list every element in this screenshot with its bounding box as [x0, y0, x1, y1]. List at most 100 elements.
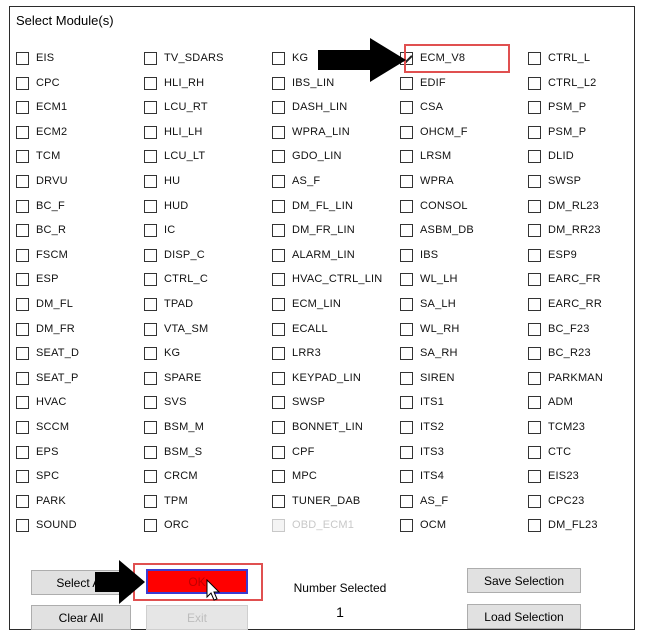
module-checkbox-item[interactable]: CTRL_L — [528, 48, 590, 68]
checkbox[interactable] — [144, 518, 157, 532]
checkbox[interactable] — [272, 420, 285, 434]
checkbox[interactable] — [272, 371, 285, 385]
module-checkbox-item[interactable]: DM_FR — [16, 319, 75, 339]
checkbox[interactable] — [400, 445, 413, 459]
module-checkbox-item[interactable]: IBS — [400, 245, 438, 265]
module-checkbox-item[interactable]: TUNER_DAB — [272, 491, 360, 511]
module-checkbox-item[interactable]: WPRA_LIN — [272, 122, 350, 142]
checkbox[interactable] — [272, 223, 285, 237]
checkbox[interactable] — [16, 518, 29, 532]
checkbox[interactable] — [400, 100, 413, 114]
module-checkbox-item[interactable]: DISP_C — [144, 245, 205, 265]
module-checkbox-item[interactable]: WL_LH — [400, 269, 458, 289]
module-checkbox-item[interactable]: SPC — [16, 466, 59, 486]
module-checkbox-item[interactable]: BC_F23 — [528, 319, 590, 339]
module-checkbox-item[interactable]: WPRA — [400, 171, 454, 191]
module-checkbox-item[interactable]: ITS1 — [400, 392, 444, 412]
module-checkbox-item[interactable]: SCCM — [16, 417, 69, 437]
module-checkbox-item[interactable]: CTRL_L2 — [528, 73, 596, 93]
module-checkbox-item[interactable]: LCU_LT — [144, 146, 205, 166]
module-checkbox-item[interactable]: DM_FR_LIN — [272, 220, 355, 240]
checkbox[interactable] — [528, 445, 541, 459]
module-checkbox-item[interactable]: EIS23 — [528, 466, 579, 486]
module-checkbox-item[interactable]: BSM_M — [144, 417, 204, 437]
module-checkbox-item[interactable]: LCU_RT — [144, 97, 208, 117]
module-checkbox-item[interactable]: SEAT_D — [16, 343, 79, 363]
module-checkbox-item[interactable]: CSA — [400, 97, 443, 117]
module-checkbox-item[interactable]: SWSP — [272, 392, 325, 412]
module-checkbox-item[interactable]: BC_F — [16, 196, 65, 216]
checkbox[interactable] — [400, 149, 413, 163]
module-checkbox-item[interactable]: AS_F — [272, 171, 320, 191]
module-checkbox-item[interactable]: CPC — [16, 73, 60, 93]
checkbox[interactable] — [528, 149, 541, 163]
module-checkbox-item[interactable]: DLID — [528, 146, 574, 166]
module-checkbox-item[interactable]: DM_RR23 — [528, 220, 601, 240]
module-checkbox-item[interactable]: DASH_LIN — [272, 97, 347, 117]
load-selection-button[interactable]: Load Selection — [467, 604, 581, 629]
module-checkbox-item[interactable]: CTRL_C — [144, 269, 208, 289]
checkbox[interactable] — [16, 272, 29, 286]
checkbox[interactable] — [144, 149, 157, 163]
checkbox[interactable] — [272, 51, 285, 65]
checkbox[interactable] — [528, 125, 541, 139]
checkbox[interactable] — [528, 518, 541, 532]
checkbox[interactable] — [144, 469, 157, 483]
module-checkbox-item[interactable]: ITS2 — [400, 417, 444, 437]
checkbox[interactable] — [144, 272, 157, 286]
checkbox[interactable] — [144, 420, 157, 434]
checkbox[interactable] — [528, 223, 541, 237]
checkbox[interactable] — [144, 76, 157, 90]
module-checkbox-item[interactable]: PARK — [16, 491, 66, 511]
checkbox[interactable] — [272, 469, 285, 483]
checkbox[interactable] — [400, 174, 413, 188]
module-checkbox-item[interactable]: ECM1 — [16, 97, 67, 117]
checkbox[interactable] — [16, 149, 29, 163]
module-checkbox-item[interactable]: BSM_S — [144, 442, 202, 462]
checkbox[interactable] — [528, 199, 541, 213]
checkbox[interactable] — [400, 322, 413, 336]
module-checkbox-item[interactable]: KG — [144, 343, 180, 363]
checkbox[interactable] — [528, 395, 541, 409]
module-checkbox-item[interactable]: AS_F — [400, 491, 448, 511]
checkbox[interactable] — [16, 494, 29, 508]
checkbox[interactable] — [272, 125, 285, 139]
module-checkbox-item[interactable]: MPC — [272, 466, 317, 486]
module-checkbox-item[interactable]: ASBM_DB — [400, 220, 474, 240]
checkbox[interactable] — [144, 445, 157, 459]
checkbox[interactable] — [400, 469, 413, 483]
checkbox[interactable] — [272, 272, 285, 286]
module-checkbox-item[interactable]: ITS3 — [400, 442, 444, 462]
checkbox[interactable] — [144, 100, 157, 114]
checkbox[interactable] — [144, 125, 157, 139]
clear-all-button[interactable]: Clear All — [31, 605, 131, 630]
checkbox[interactable] — [400, 371, 413, 385]
checkbox[interactable] — [528, 297, 541, 311]
checkbox[interactable] — [272, 174, 285, 188]
module-checkbox-item[interactable]: ECM2 — [16, 122, 67, 142]
module-checkbox-item[interactable]: ESP9 — [528, 245, 577, 265]
checkbox[interactable] — [16, 371, 29, 385]
checkbox[interactable] — [144, 223, 157, 237]
checkbox[interactable] — [528, 76, 541, 90]
checkbox[interactable] — [144, 297, 157, 311]
module-checkbox-item[interactable]: BONNET_LIN — [272, 417, 363, 437]
checkbox[interactable] — [528, 51, 541, 65]
module-checkbox-item[interactable]: CONSOL — [400, 196, 468, 216]
checkbox[interactable] — [528, 420, 541, 434]
module-checkbox-item[interactable]: HLI_LH — [144, 122, 203, 142]
checkbox[interactable] — [144, 371, 157, 385]
checkbox[interactable] — [272, 297, 285, 311]
module-checkbox-item[interactable]: CPF — [272, 442, 315, 462]
module-checkbox-item[interactable]: DM_FL_LIN — [272, 196, 353, 216]
module-checkbox-item[interactable]: ECM_LIN — [272, 294, 341, 314]
module-checkbox-item[interactable]: ECALL — [272, 319, 328, 339]
checkbox[interactable] — [272, 248, 285, 262]
module-checkbox-item[interactable]: WL_RH — [400, 319, 460, 339]
checkbox[interactable] — [16, 174, 29, 188]
checkbox[interactable] — [272, 445, 285, 459]
checkbox[interactable] — [16, 248, 29, 262]
module-checkbox-item[interactable]: SA_RH — [400, 343, 458, 363]
module-checkbox-item[interactable]: OCM — [400, 515, 446, 535]
module-checkbox-item[interactable]: EARC_FR — [528, 269, 601, 289]
